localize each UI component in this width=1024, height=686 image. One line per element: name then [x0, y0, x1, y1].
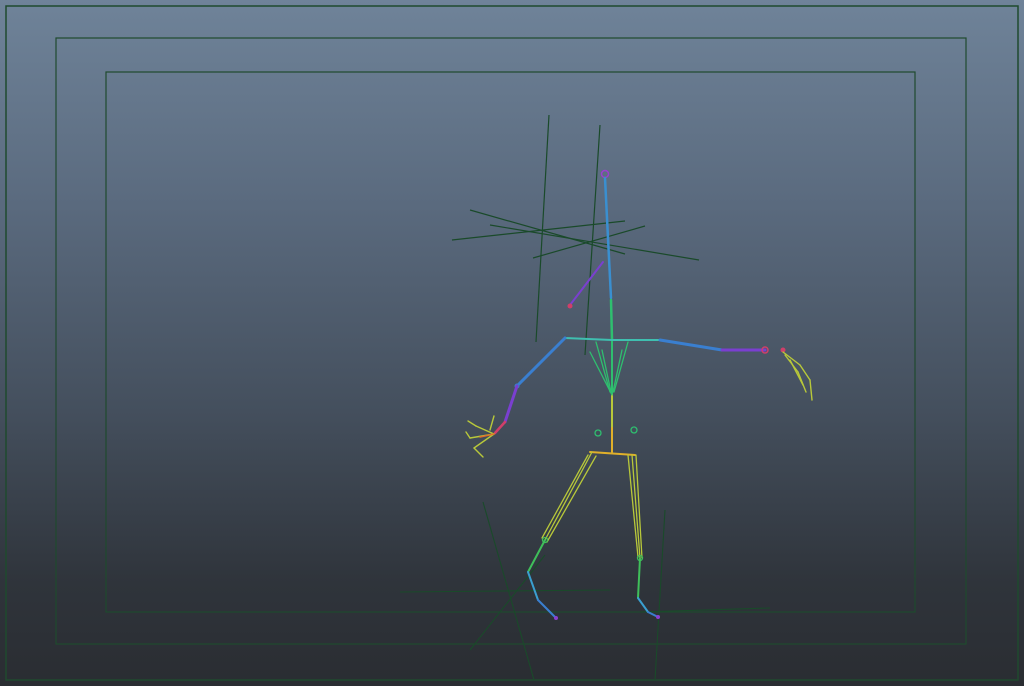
left-shin[interactable] — [527, 539, 546, 573]
skeleton-rig[interactable] — [465, 169, 813, 621]
left-clavicle[interactable] — [564, 337, 613, 341]
right-toe-joint[interactable] — [656, 615, 660, 619]
left-hip-joint[interactable] — [594, 429, 602, 437]
safe-title-guide — [105, 71, 916, 613]
viewport-border — [5, 5, 1019, 681]
3d-viewport[interactable] — [0, 0, 1024, 686]
right-ankle-bone[interactable] — [637, 597, 649, 613]
left-forearm[interactable] — [503, 384, 519, 424]
right-shin[interactable] — [637, 557, 641, 599]
right-foot-locator[interactable] — [639, 509, 771, 681]
spine-upper-bone[interactable] — [609, 298, 614, 342]
left-toe-joint[interactable] — [554, 616, 558, 620]
right-thigh[interactable] — [627, 454, 643, 559]
right-fingers[interactable] — [782, 351, 813, 401]
jaw-bone[interactable] — [569, 261, 604, 306]
right-hip-joint[interactable] — [630, 426, 638, 434]
head-end-joint[interactable] — [600, 169, 610, 179]
left-foot[interactable] — [537, 599, 556, 618]
right-upper-arm[interactable] — [658, 338, 724, 352]
left-foot-locator[interactable] — [399, 501, 611, 681]
ribcage[interactable] — [589, 341, 629, 396]
left-upper-arm[interactable] — [515, 336, 567, 388]
jaw-end-joint[interactable] — [567, 303, 573, 309]
neck-bone[interactable] — [603, 176, 613, 300]
viewport-canvas[interactable] — [0, 0, 1024, 686]
head-locator-left[interactable] — [451, 114, 626, 343]
left-thigh[interactable] — [541, 451, 597, 543]
head-locator-right[interactable] — [489, 124, 700, 356]
left-ankle-bone[interactable] — [527, 571, 539, 601]
left-hand[interactable] — [493, 420, 507, 435]
safe-action-guide — [55, 37, 967, 645]
